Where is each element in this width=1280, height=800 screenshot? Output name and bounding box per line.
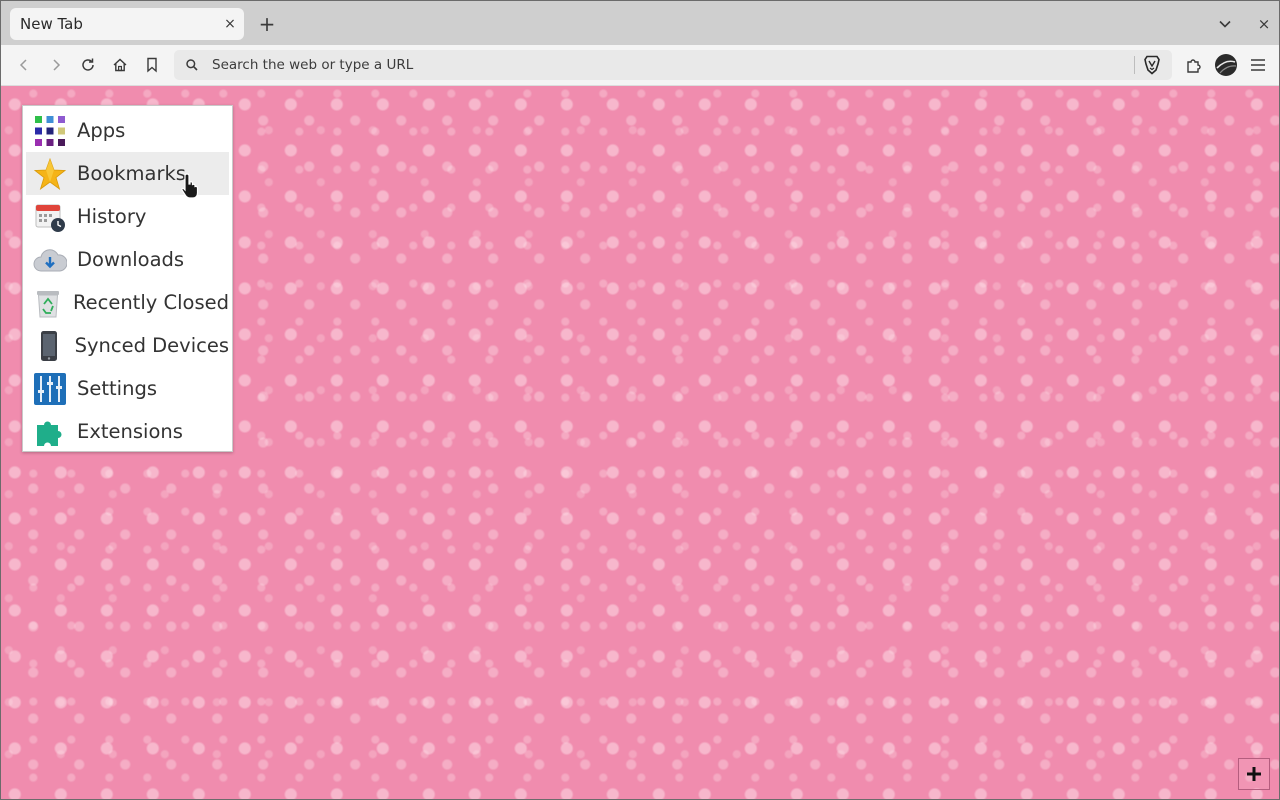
menu-item-label: Recently Closed bbox=[72, 291, 229, 314]
search-icon bbox=[185, 57, 199, 76]
menu-item-label: Bookmarks bbox=[77, 162, 186, 185]
tab-title: New Tab bbox=[20, 15, 83, 33]
tab-close-icon[interactable]: × bbox=[218, 12, 242, 36]
chevron-down-icon[interactable] bbox=[1213, 12, 1237, 36]
menu-item-downloads[interactable]: Downloads bbox=[26, 238, 229, 281]
recycle-bin-icon bbox=[33, 286, 63, 320]
close-window-icon[interactable]: × bbox=[1252, 12, 1276, 36]
new-tab-menu: Apps Bookmarks History Downloads Recentl bbox=[22, 105, 233, 452]
calendar-clock-icon bbox=[33, 200, 67, 234]
cloud-download-icon bbox=[33, 243, 67, 277]
sliders-icon bbox=[33, 372, 67, 406]
tab-strip: New Tab × + × bbox=[1, 1, 1279, 45]
home-icon[interactable] bbox=[108, 53, 132, 77]
bookmark-icon[interactable] bbox=[140, 53, 164, 77]
tab-new-tab[interactable]: New Tab × bbox=[10, 8, 244, 40]
extensions-puzzle-icon[interactable] bbox=[1182, 53, 1206, 77]
address-bar[interactable] bbox=[174, 50, 1172, 80]
menu-item-extensions[interactable]: Extensions bbox=[26, 410, 229, 453]
menu-item-label: Extensions bbox=[77, 420, 183, 443]
url-input[interactable] bbox=[212, 50, 1112, 80]
hamburger-menu-icon[interactable] bbox=[1246, 53, 1270, 77]
menu-item-label: Synced Devices bbox=[74, 334, 229, 357]
plus-icon bbox=[1247, 767, 1261, 781]
url-separator bbox=[1134, 56, 1135, 74]
brave-shields-icon[interactable] bbox=[1143, 55, 1161, 79]
menu-item-label: Settings bbox=[77, 377, 157, 400]
browser-window: New Tab × + × Search the web or type a U… bbox=[0, 0, 1280, 800]
menu-item-label: Downloads bbox=[77, 248, 185, 271]
menu-item-apps[interactable]: Apps bbox=[26, 109, 229, 152]
puzzle-piece-icon bbox=[33, 415, 67, 449]
add-shortcut-button[interactable] bbox=[1238, 758, 1270, 790]
menu-item-synced-devices[interactable]: Synced Devices bbox=[26, 324, 229, 367]
navigation-toolbar bbox=[1, 45, 1279, 86]
menu-item-label: Apps bbox=[77, 119, 126, 142]
menu-item-settings[interactable]: Settings bbox=[26, 367, 229, 410]
apps-grid-icon bbox=[33, 114, 67, 148]
new-tab-button[interactable]: + bbox=[255, 12, 279, 36]
back-icon[interactable] bbox=[12, 53, 36, 77]
star-icon bbox=[33, 157, 67, 191]
profile-avatar-icon[interactable] bbox=[1213, 52, 1239, 78]
reload-icon[interactable] bbox=[76, 53, 100, 77]
phone-icon bbox=[33, 329, 65, 363]
menu-item-history[interactable]: History bbox=[26, 195, 229, 238]
menu-item-recently-closed[interactable]: Recently Closed bbox=[26, 281, 229, 324]
forward-icon[interactable] bbox=[44, 53, 68, 77]
menu-item-label: History bbox=[77, 205, 147, 228]
hand-pointer-cursor-icon bbox=[180, 172, 204, 200]
